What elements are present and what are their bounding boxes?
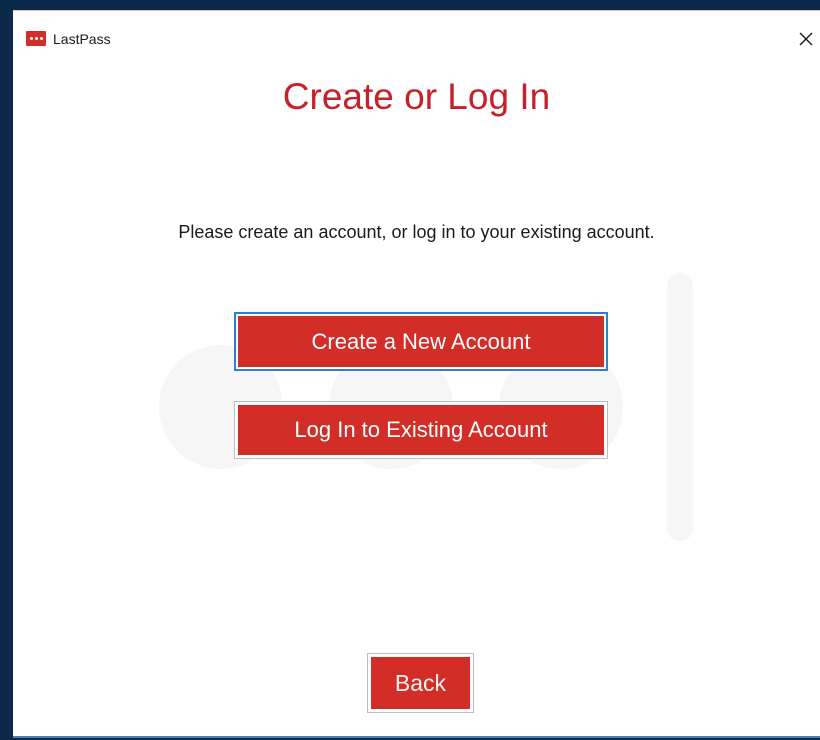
instruction-text: Please create an account, or log in to y… [178, 222, 655, 242]
back-button[interactable]: Back [367, 653, 474, 713]
lastpass-logo-icon [26, 31, 46, 46]
close-icon [799, 32, 813, 46]
create-account-button[interactable]: Create a New Account [234, 312, 608, 371]
login-existing-account-button[interactable]: Log In to Existing Account [234, 401, 608, 459]
lastpass-dialog: LastPass Create or Log In Please create … [13, 10, 820, 738]
app-title: LastPass [53, 31, 111, 47]
window-bottom-border [13, 736, 820, 738]
background-watermark [13, 11, 820, 739]
title-bar: LastPass [13, 11, 820, 53]
page-title: Create or Log In [282, 76, 551, 117]
close-button[interactable] [794, 27, 818, 51]
watermark-bar [667, 273, 693, 541]
